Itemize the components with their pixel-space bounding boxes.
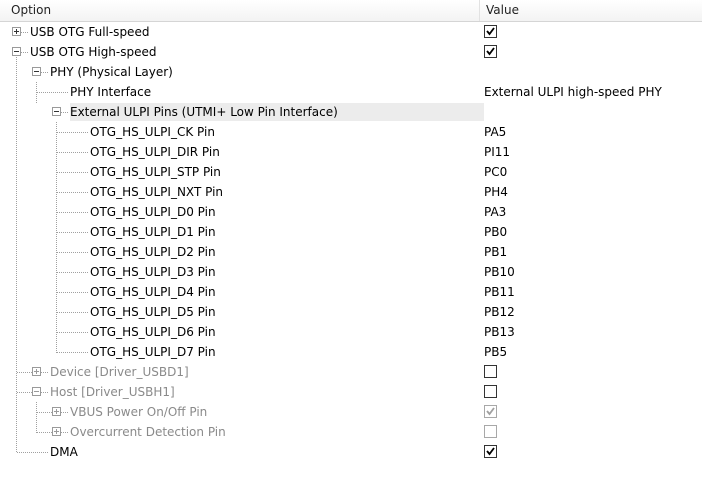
tree-row-pin[interactable]: OTG_HS_ULPI_NXT Pin PH4 xyxy=(0,182,702,202)
option-label: OTG_HS_ULPI_D2 Pin xyxy=(90,245,216,259)
option-value[interactable]: PB11 xyxy=(484,283,515,301)
option-label: OTG_HS_ULPI_D1 Pin xyxy=(90,225,216,239)
tree-row-pin[interactable]: OTG_HS_ULPI_D2 Pin PB1 xyxy=(0,242,702,262)
tree-row-device[interactable]: Device [Driver_USBD1] xyxy=(0,362,702,382)
collapse-minus-icon[interactable] xyxy=(32,387,41,396)
tree-row-pin[interactable]: OTG_HS_ULPI_D7 Pin PB5 xyxy=(0,342,702,362)
option-value[interactable]: PI11 xyxy=(484,143,510,161)
expand-plus-icon[interactable] xyxy=(52,427,61,436)
enable-checkbox[interactable] xyxy=(484,45,497,58)
tree-row-phy[interactable]: PHY (Physical Layer) xyxy=(0,62,702,82)
option-value[interactable]: PB10 xyxy=(484,263,515,281)
tree-row-external-ulpi-pins[interactable]: External ULPI Pins (UTMI+ Low Pin Interf… xyxy=(0,102,702,122)
options-tree: USB OTG Full-speed USB OTG High-speed PH… xyxy=(0,22,702,486)
option-label: OTG_HS_ULPI_D5 Pin xyxy=(90,305,216,319)
option-label: OTG_HS_ULPI_CK Pin xyxy=(90,125,215,139)
tree-row-pin[interactable]: OTG_HS_ULPI_CK Pin PA5 xyxy=(0,122,702,142)
option-label: USB OTG High-speed xyxy=(30,45,157,59)
option-label: OTG_HS_ULPI_D4 Pin xyxy=(90,285,216,299)
option-value[interactable]: PA5 xyxy=(484,123,506,141)
tree-row-pin[interactable]: OTG_HS_ULPI_D6 Pin PB13 xyxy=(0,322,702,342)
option-label: OTG_HS_ULPI_D7 Pin xyxy=(90,345,216,359)
expand-plus-icon[interactable] xyxy=(12,27,21,36)
enable-checkbox[interactable] xyxy=(484,385,497,398)
tree-row-pin[interactable]: OTG_HS_ULPI_DIR Pin PI11 xyxy=(0,142,702,162)
tree-row-pin[interactable]: OTG_HS_ULPI_D4 Pin PB11 xyxy=(0,282,702,302)
option-value[interactable]: PC0 xyxy=(484,163,507,181)
expand-plus-icon[interactable] xyxy=(32,367,41,376)
option-label: OTG_HS_ULPI_D3 Pin xyxy=(90,265,216,279)
expand-plus-icon[interactable] xyxy=(52,407,61,416)
tree-row-vbus-power[interactable]: VBUS Power On/Off Pin xyxy=(0,402,702,422)
option-value[interactable]: PB13 xyxy=(484,323,515,341)
value-column-header[interactable]: Value xyxy=(475,0,702,21)
option-label: Host [Driver_USBH1] xyxy=(50,385,175,399)
option-value[interactable]: PA3 xyxy=(484,203,506,221)
tree-row-pin[interactable]: OTG_HS_ULPI_STP Pin PC0 xyxy=(0,162,702,182)
option-label: USB OTG Full-speed xyxy=(30,25,150,39)
enable-checkbox[interactable] xyxy=(484,25,497,38)
option-label: VBUS Power On/Off Pin xyxy=(70,405,208,419)
option-label: External ULPI Pins (UTMI+ Low Pin Interf… xyxy=(70,103,484,121)
option-label: Overcurrent Detection Pin xyxy=(70,425,226,439)
enable-checkbox[interactable] xyxy=(484,405,497,418)
tree-row-pin[interactable]: OTG_HS_ULPI_D3 Pin PB10 xyxy=(0,262,702,282)
option-value[interactable]: PB12 xyxy=(484,303,515,321)
option-label: OTG_HS_ULPI_D6 Pin xyxy=(90,325,216,339)
tree-row-pin[interactable]: OTG_HS_ULPI_D5 Pin PB12 xyxy=(0,302,702,322)
enable-checkbox[interactable] xyxy=(484,445,497,458)
tree-row-usb-otg-full-speed[interactable]: USB OTG Full-speed xyxy=(0,22,702,42)
option-value[interactable]: PB0 xyxy=(484,223,507,241)
option-label: Device [Driver_USBD1] xyxy=(50,365,189,379)
option-label: DMA xyxy=(50,445,78,459)
option-value[interactable]: PB5 xyxy=(484,343,507,361)
tree-row-usb-otg-high-speed[interactable]: USB OTG High-speed xyxy=(0,42,702,62)
tree-row-pin[interactable]: OTG_HS_ULPI_D0 Pin PA3 xyxy=(0,202,702,222)
tree-row-host[interactable]: Host [Driver_USBH1] xyxy=(0,382,702,402)
option-value[interactable]: External ULPI high-speed PHY xyxy=(484,83,662,101)
column-header: Option Value xyxy=(0,0,702,22)
option-label: PHY (Physical Layer) xyxy=(50,65,173,79)
option-label: OTG_HS_ULPI_NXT Pin xyxy=(90,185,224,199)
collapse-minus-icon[interactable] xyxy=(52,107,61,116)
option-label: OTG_HS_ULPI_STP Pin xyxy=(90,165,221,179)
tree-row-phy-interface[interactable]: PHY Interface External ULPI high-speed P… xyxy=(0,82,702,102)
collapse-minus-icon[interactable] xyxy=(32,67,41,76)
tree-row-pin[interactable]: OTG_HS_ULPI_D1 Pin PB0 xyxy=(0,222,702,242)
tree-row-dma[interactable]: DMA xyxy=(0,442,702,462)
option-label: OTG_HS_ULPI_DIR Pin xyxy=(90,145,220,159)
tree-row-overcurrent[interactable]: Overcurrent Detection Pin xyxy=(0,422,702,442)
option-column-header[interactable]: Option xyxy=(0,0,480,21)
option-label: PHY Interface xyxy=(70,85,152,99)
collapse-minus-icon[interactable] xyxy=(12,47,21,56)
option-value[interactable]: PB1 xyxy=(484,243,507,261)
enable-checkbox[interactable] xyxy=(484,365,497,378)
option-label: OTG_HS_ULPI_D0 Pin xyxy=(90,205,216,219)
option-value[interactable]: PH4 xyxy=(484,183,508,201)
enable-checkbox[interactable] xyxy=(484,425,497,438)
